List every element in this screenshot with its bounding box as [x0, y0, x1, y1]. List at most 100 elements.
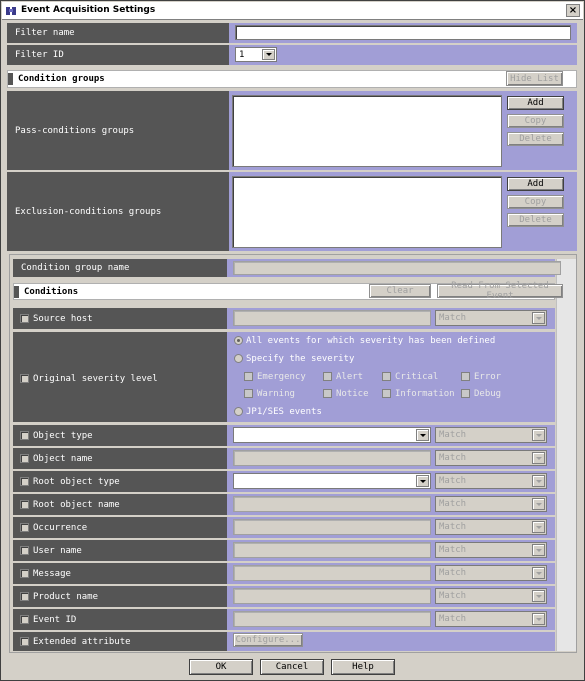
- user-name-input[interactable]: [233, 542, 431, 558]
- product-name-match-select[interactable]: Match: [435, 588, 547, 604]
- emergency-checkbox[interactable]: [244, 372, 253, 381]
- chevron-down-icon[interactable]: [532, 452, 545, 464]
- debug-label: Debug: [474, 389, 502, 399]
- object-name-input[interactable]: [233, 450, 431, 466]
- chevron-down-icon[interactable]: [532, 544, 545, 556]
- chevron-down-icon[interactable]: [532, 498, 545, 510]
- severity-checkbox[interactable]: [20, 374, 29, 383]
- message-input[interactable]: [233, 565, 431, 581]
- match-value: Match: [439, 545, 467, 555]
- occurrence-match-select[interactable]: Match: [435, 519, 547, 535]
- help-button[interactable]: Help: [331, 659, 395, 675]
- message-checkbox[interactable]: [20, 569, 29, 578]
- match-value: Match: [439, 499, 467, 509]
- object-name-match-select[interactable]: Match: [435, 450, 547, 466]
- warning-checkbox[interactable]: [244, 389, 253, 398]
- event-id-input[interactable]: [233, 611, 431, 627]
- error-checkbox[interactable]: [461, 372, 470, 381]
- product-name-label: Product name: [33, 592, 99, 602]
- filter-name-label-text: Filter name: [15, 28, 75, 38]
- filter-name-input[interactable]: [235, 25, 571, 40]
- chevron-down-icon[interactable]: [416, 475, 429, 487]
- chevron-down-icon[interactable]: [262, 49, 275, 60]
- filter-id-label-text: Filter ID: [15, 50, 64, 60]
- all-events-radio[interactable]: [234, 336, 243, 345]
- root-object-type-select[interactable]: [233, 473, 431, 489]
- product-name-checkbox[interactable]: [20, 592, 29, 601]
- notice-label: Notice: [336, 389, 369, 399]
- filter-id-row: [229, 45, 577, 65]
- cancel-button[interactable]: Cancel: [260, 659, 324, 675]
- extended-attribute-label: Extended attribute: [33, 637, 131, 647]
- source-host-input[interactable]: [233, 310, 431, 326]
- pass-copy-button[interactable]: Copy: [507, 114, 564, 128]
- ok-button[interactable]: OK: [189, 659, 253, 675]
- exclusion-conditions-list[interactable]: [232, 176, 502, 248]
- occurrence-checkbox[interactable]: [20, 523, 29, 532]
- object-type-checkbox[interactable]: [20, 431, 29, 440]
- object-name-checkbox[interactable]: [20, 454, 29, 463]
- match-value: Match: [439, 453, 467, 463]
- information-checkbox[interactable]: [382, 389, 391, 398]
- alert-checkbox[interactable]: [323, 372, 332, 381]
- warning-label: Warning: [257, 389, 295, 399]
- root-object-name-input[interactable]: [233, 496, 431, 512]
- user-name-checkbox[interactable]: [20, 546, 29, 555]
- occurrence-label: Occurrence: [33, 523, 88, 533]
- event-id-checkbox[interactable]: [20, 615, 29, 624]
- root-object-name-match-select[interactable]: Match: [435, 496, 547, 512]
- clear-button[interactable]: Clear: [369, 284, 431, 298]
- user-name-match-select[interactable]: Match: [435, 542, 547, 558]
- exclusion-add-button[interactable]: Add: [507, 177, 564, 191]
- chevron-down-icon[interactable]: [416, 429, 429, 441]
- object-type-select[interactable]: [233, 427, 431, 443]
- chevron-down-icon[interactable]: [532, 429, 545, 441]
- exclusion-delete-button[interactable]: Delete: [507, 213, 564, 227]
- conditions-scrollbar[interactable]: [556, 259, 576, 651]
- extended-attribute-checkbox[interactable]: [20, 637, 29, 646]
- chevron-down-icon[interactable]: [532, 312, 545, 324]
- source-host-label: Source host: [33, 314, 93, 324]
- hide-list-button[interactable]: Hide List: [506, 71, 563, 86]
- exclusion-conditions-label-text: Exclusion-conditions groups: [15, 206, 162, 217]
- exclusion-copy-button[interactable]: Copy: [507, 195, 564, 209]
- pass-add-button[interactable]: Add: [507, 96, 564, 110]
- event-id-label: Event ID: [33, 615, 77, 625]
- debug-checkbox[interactable]: [461, 389, 470, 398]
- event-id-match-select[interactable]: Match: [435, 611, 547, 627]
- specify-severity-label: Specify the severity: [246, 354, 355, 364]
- root-object-type-checkbox[interactable]: [20, 477, 29, 486]
- jp1-ses-events-radio[interactable]: [234, 407, 243, 416]
- condition-group-name-input[interactable]: [233, 261, 561, 275]
- root-object-type-match-select[interactable]: Match: [435, 473, 547, 489]
- filter-id-select[interactable]: 1: [235, 47, 277, 62]
- read-from-selected-event-button[interactable]: Read From Selected Event: [437, 281, 563, 301]
- chevron-down-icon[interactable]: [532, 590, 545, 602]
- close-icon[interactable]: ×: [566, 4, 580, 17]
- notice-checkbox[interactable]: [323, 389, 332, 398]
- root-object-name-checkbox[interactable]: [20, 500, 29, 509]
- chevron-down-icon[interactable]: [532, 475, 545, 487]
- pass-delete-button[interactable]: Delete: [507, 132, 564, 146]
- source-host-match-select[interactable]: Match: [435, 310, 547, 326]
- section-marker: [14, 286, 19, 298]
- chevron-down-icon[interactable]: [532, 613, 545, 625]
- object-type-match-select[interactable]: Match: [435, 427, 547, 443]
- object-type-label: Object type: [33, 431, 93, 441]
- title-bar: Event Acquisition Settings ×: [2, 2, 583, 20]
- specify-severity-radio[interactable]: [234, 354, 243, 363]
- root-object-name-label: Root object name: [33, 500, 120, 510]
- pass-conditions-list[interactable]: [232, 95, 502, 167]
- critical-checkbox[interactable]: [382, 372, 391, 381]
- configure-button[interactable]: Configure...: [233, 633, 303, 647]
- chevron-down-icon[interactable]: [532, 567, 545, 579]
- source-host-checkbox[interactable]: [20, 314, 29, 323]
- chevron-down-icon[interactable]: [532, 521, 545, 533]
- match-value: Match: [439, 568, 467, 578]
- message-match-select[interactable]: Match: [435, 565, 547, 581]
- pass-conditions-label: Pass-conditions groups: [7, 91, 229, 170]
- information-label: Information: [395, 389, 455, 399]
- error-label: Error: [474, 372, 502, 382]
- product-name-input[interactable]: [233, 588, 431, 604]
- occurrence-input[interactable]: [233, 519, 431, 535]
